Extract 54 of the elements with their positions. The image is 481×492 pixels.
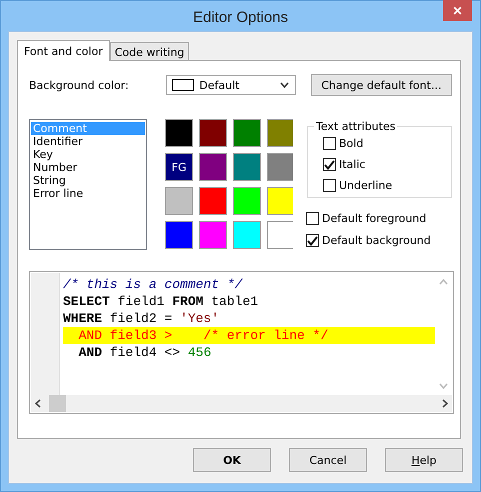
color-swatch[interactable] (165, 119, 194, 147)
help-button[interactable]: Help (385, 448, 463, 472)
color-swatch[interactable] (233, 119, 262, 147)
code-line: AND field4 <> 456 (78, 344, 212, 361)
chevron-down-icon (280, 82, 289, 88)
code-line: WHERE field2 = 'Yes' (63, 310, 220, 327)
close-button[interactable]: ✕ (443, 0, 472, 21)
scroll-left-icon (35, 399, 41, 408)
checkbox[interactable] (306, 234, 319, 247)
checkbox-label: Default foreground (322, 212, 426, 225)
list-item[interactable]: String (31, 174, 146, 187)
color-swatch[interactable] (267, 153, 293, 181)
background-color-label: Background color: (29, 78, 130, 92)
change-font-button[interactable]: Change default font... (310, 74, 452, 96)
color-swatch[interactable] (267, 221, 293, 249)
code-line: SELECT field1 FROM table1 (63, 293, 260, 310)
tab[interactable]: Font and color (17, 40, 110, 61)
checkbox[interactable] (323, 137, 336, 150)
color-swatch[interactable] (199, 119, 228, 147)
scroll-right-icon (442, 399, 448, 408)
checkbox-label: Underline (339, 179, 392, 192)
list-item[interactable]: Key (31, 148, 146, 161)
checkbox-label: Default background (322, 234, 431, 247)
ok-button[interactable]: OK (193, 448, 271, 472)
horizontal-scrollbar[interactable] (31, 395, 452, 412)
color-swatch[interactable]: FG (165, 153, 194, 181)
code-line: /* this is a comment */ (63, 276, 244, 293)
color-swatch[interactable] (267, 187, 293, 215)
color-swatch[interactable] (233, 187, 262, 215)
color-swatch[interactable] (267, 119, 293, 147)
list-item[interactable]: Error line (31, 187, 146, 200)
cancel-button[interactable]: Cancel (289, 448, 367, 472)
color-swatch[interactable] (199, 187, 228, 215)
checkbox[interactable] (323, 158, 336, 171)
color-swatch[interactable] (199, 221, 228, 249)
window-title: Editor Options (192, 8, 288, 26)
scroll-thumb[interactable] (49, 395, 66, 412)
checkbox[interactable] (306, 212, 319, 225)
element-list[interactable]: Comment Identifier Key Number String Error line (29, 119, 148, 250)
scroll-up-icon (439, 279, 448, 285)
checkbox[interactable] (323, 179, 336, 192)
background-color-dropdown[interactable]: Default (166, 75, 296, 95)
color-swatch[interactable] (233, 153, 262, 181)
scroll-down-icon (439, 383, 448, 389)
checkbox-label: Bold (339, 137, 364, 150)
list-item[interactable]: Number (31, 161, 146, 174)
checkbox-label: Italic (339, 158, 366, 171)
color-swatch[interactable] (165, 221, 194, 249)
list-item[interactable]: Identifier (31, 135, 146, 148)
group-title: Text attributes (314, 120, 398, 133)
color-swatch[interactable] (199, 153, 228, 181)
color-swatch[interactable] (233, 221, 262, 249)
color-swatch[interactable] (165, 187, 194, 215)
tab[interactable]: Code writing (110, 42, 190, 60)
